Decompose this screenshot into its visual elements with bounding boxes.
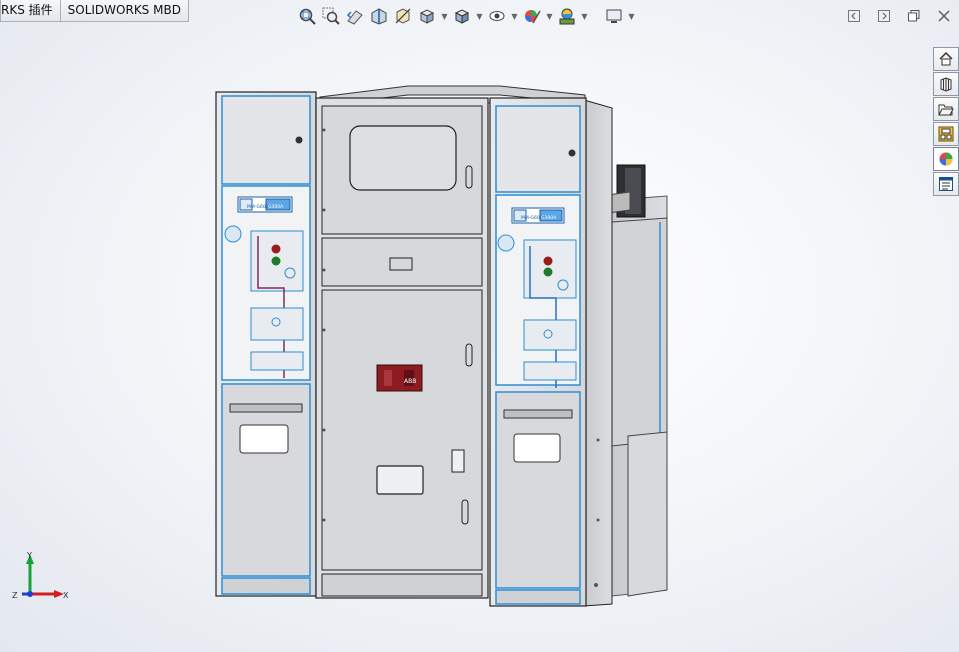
- view-palette-icon[interactable]: [933, 122, 959, 146]
- file-explorer-icon[interactable]: [933, 97, 959, 121]
- zoom-to-fit-icon[interactable]: [296, 5, 318, 27]
- dynamic-annotation-views-icon[interactable]: [392, 5, 414, 27]
- previous-view-icon[interactable]: [344, 5, 366, 27]
- command-manager-tabs: RKS 插件 SOLIDWORKS MBD: [0, 0, 189, 22]
- zoom-to-area-icon[interactable]: [320, 5, 342, 27]
- view-settings-icon[interactable]: [603, 5, 625, 27]
- center-badge: ABB: [404, 378, 416, 385]
- solidworks-resources-icon[interactable]: [933, 47, 959, 71]
- tile-right-icon[interactable]: [875, 7, 893, 25]
- chevron-down-icon[interactable]: ▼: [440, 5, 449, 27]
- chevron-down-icon[interactable]: ▼: [510, 5, 519, 27]
- model-viewport[interactable]: MM-G600 MM-G600 G300A G300A ABB: [0, 0, 959, 652]
- right-panel-display: G300A: [541, 215, 557, 221]
- axis-z-label: Z: [12, 591, 18, 600]
- tab-rks-plugin[interactable]: RKS 插件: [0, 0, 61, 22]
- right-cabinet[interactable]: [489, 97, 613, 607]
- custom-properties-icon[interactable]: [933, 172, 959, 196]
- hide-show-items-icon[interactable]: [486, 5, 508, 27]
- left-panel-display: G300A: [268, 204, 284, 210]
- display-style-icon[interactable]: [451, 5, 473, 27]
- chevron-down-icon[interactable]: ▼: [580, 5, 589, 27]
- appearances-scenes-icon[interactable]: [933, 147, 959, 171]
- restore-icon[interactable]: [905, 7, 923, 25]
- task-pane-tabs: [933, 47, 959, 196]
- axis-x-label: X: [63, 591, 69, 600]
- left-cabinet[interactable]: [215, 91, 317, 597]
- right-panel-label: MM-G600: [521, 215, 543, 221]
- view-orientation-icon[interactable]: [416, 5, 438, 27]
- left-panel-label: MM-G600: [247, 204, 269, 210]
- axis-y-label: Y: [26, 551, 32, 560]
- section-view-icon[interactable]: [368, 5, 390, 27]
- edit-appearance-icon[interactable]: [521, 5, 543, 27]
- apply-scene-icon[interactable]: [556, 5, 578, 27]
- reference-triad: Y X Z: [12, 551, 69, 600]
- tab-solidworks-mbd[interactable]: SOLIDWORKS MBD: [59, 0, 189, 22]
- chevron-down-icon[interactable]: ▼: [627, 5, 636, 27]
- heads-up-view-toolbar: ▼ ▼ ▼ ▼ ▼ ▼: [296, 4, 636, 28]
- window-controls: [845, 7, 953, 25]
- chevron-down-icon[interactable]: ▼: [475, 5, 484, 27]
- close-icon[interactable]: [935, 7, 953, 25]
- design-library-icon[interactable]: [933, 72, 959, 96]
- chevron-down-icon[interactable]: ▼: [545, 5, 554, 27]
- tile-left-icon[interactable]: [845, 7, 863, 25]
- center-cabinet[interactable]: [315, 97, 489, 599]
